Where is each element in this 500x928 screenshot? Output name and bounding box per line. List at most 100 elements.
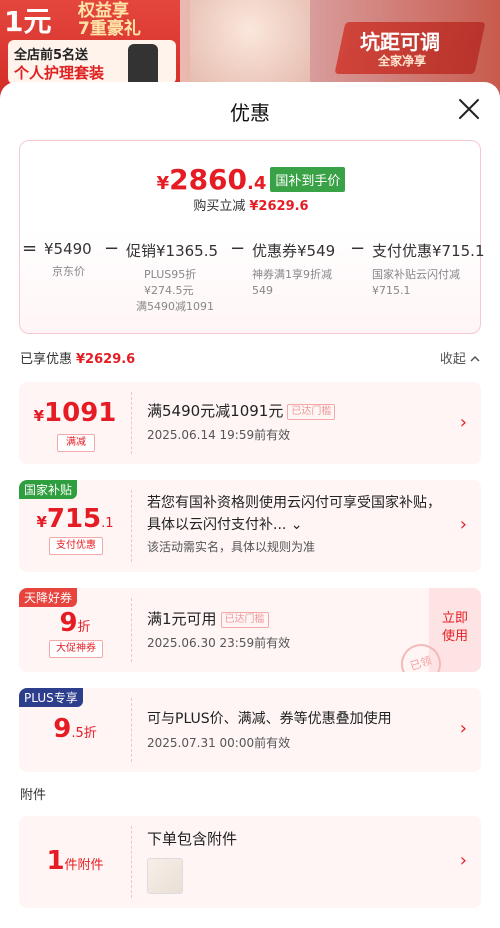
card-divider xyxy=(131,392,132,454)
final-price-row: ¥2860.4 国补到手价 xyxy=(20,163,482,196)
card-divider xyxy=(131,698,132,762)
coupon-title: 可与PLUS价、满减、券等优惠叠加使用 xyxy=(147,711,392,727)
operator-minus: − xyxy=(350,238,366,259)
enjoyed-amount: ¥2629.6 xyxy=(76,352,136,367)
coupon-title-text: 满5490元减1091元 xyxy=(147,402,284,420)
coupon-title: 满1元可用 已达门槛 xyxy=(147,608,421,630)
coupon-yen: ¥ xyxy=(36,513,47,531)
coupon-value: ¥1091 xyxy=(19,398,131,428)
card-divider xyxy=(131,826,132,898)
attachment-count: 1件附件 xyxy=(19,846,131,876)
breakdown-item-promotion: 促销¥1365.5 PLUS95折 ¥274.5元 满5490减1091 xyxy=(126,240,218,315)
banner-right-headline: 坑距可调 xyxy=(360,30,440,54)
coupon-card-full-reduction[interactable]: ¥1091 满减 满5490元减1091元 已达门槛 2025.06.14 19:… xyxy=(19,382,481,464)
card-divider xyxy=(131,598,132,662)
coupon-card-gov-subsidy[interactable]: 国家补贴 ¥715.1 支付优惠 若您有国补资格则使用云闪付可享受国家补贴，具体… xyxy=(19,480,481,572)
breakdown-sub: 549 xyxy=(252,284,273,297)
coupon-value: 9.5折 xyxy=(19,714,131,744)
coupon-small: .5折 xyxy=(71,726,97,741)
breakdown-sub: 满5490减1091 xyxy=(136,300,214,313)
coupon-body: 可与PLUS价、满减、券等优惠叠加使用 2025.07.31 00:00前有效 xyxy=(147,708,445,751)
coupon-title: 若您有国补资格则使用云闪付可享受国家补贴，具体以云闪付支付补... ⌄ xyxy=(147,492,445,536)
coupon-card-big-sale[interactable]: 天降好券 9折 大促神券 满1元可用 已达门槛 2025.06.30 23:59前… xyxy=(19,588,481,672)
operator-minus: − xyxy=(104,238,120,259)
saved-amount: ¥2629.6 xyxy=(249,199,309,214)
price-dec: .4 xyxy=(247,173,267,194)
coupon-value: ¥715.1 xyxy=(19,504,131,534)
banner-tag-line2: 个人护理套装 xyxy=(14,64,105,82)
sheet-title: 优惠 xyxy=(230,101,270,125)
coupon-body: 满1元可用 已达门槛 2025.06.30 23:59前有效 xyxy=(147,608,421,651)
price-yen: ¥ xyxy=(156,173,170,194)
coupon-big: 715 xyxy=(46,504,102,534)
chevron-right-icon[interactable]: › xyxy=(460,412,467,433)
threshold-pill: 已达门槛 xyxy=(220,611,269,628)
price-badge: 国补到手价 xyxy=(270,167,346,192)
breakdown-sub: 神券满1享9折减 xyxy=(252,268,332,281)
coupon-big: 9 xyxy=(53,714,72,744)
use-now-label: 立即使用 xyxy=(441,611,468,644)
coupon-card-plus[interactable]: PLUS专享 9.5折 可与PLUS价、满减、券等优惠叠加使用 2025.07.… xyxy=(19,688,481,772)
breakdown-sub: PLUS95折 xyxy=(144,268,197,281)
banner-left-headline: 1元 xyxy=(4,5,52,38)
breakdown-item-coupon: 优惠券¥549 神券满1享9折减 549 xyxy=(252,240,335,299)
banner-tag-line1: 全店前5名送 xyxy=(14,48,89,63)
coupon-yen: ¥ xyxy=(33,407,45,425)
final-price: ¥2860.4 xyxy=(157,163,267,196)
chevron-right-icon[interactable]: › xyxy=(460,718,467,739)
saved-label: 购买立减 xyxy=(193,199,246,214)
breakdown-sub: 京东价 xyxy=(52,265,85,278)
banner-line-2a: 权益享 xyxy=(78,1,129,21)
breakdown-item-jd-price: ¥5490 京东价 xyxy=(44,240,92,280)
coupon-expiry: 2025.06.30 23:59前有效 xyxy=(147,636,291,650)
corner-badge-coupon: 天降好券 xyxy=(19,588,78,607)
chevron-right-icon[interactable]: › xyxy=(460,850,467,871)
chevron-up-icon xyxy=(470,352,480,367)
operator-equals: = xyxy=(22,238,38,259)
breakdown-sub: 国家补贴云闪付减 xyxy=(372,268,460,281)
chevron-right-icon[interactable]: › xyxy=(460,514,467,535)
breakdown-main: 促销¥1365.5 xyxy=(126,242,219,260)
coupon-title-text: 满1元可用 xyxy=(147,610,217,628)
card-divider xyxy=(131,490,132,562)
attachment-thumbnail xyxy=(147,858,183,894)
attachment-body: 下单包含附件 xyxy=(147,828,445,894)
attachment-count-number: 1 xyxy=(46,846,65,876)
coupon-body: 满5490元减1091元 已达门槛 2025.06.14 19:59前有效 xyxy=(147,400,445,443)
enjoyed-label: 已享优惠 xyxy=(20,352,73,367)
coupon-big: 9 xyxy=(59,608,78,638)
close-icon[interactable] xyxy=(456,96,482,122)
collapse-button[interactable]: 收起 xyxy=(440,348,480,367)
coupon-value: 9折 xyxy=(19,608,131,638)
coupon-expiry: 2025.06.14 19:59前有效 xyxy=(147,428,291,442)
breakdown-main: 优惠券¥549 xyxy=(252,242,336,260)
coupon-type-tag: 满减 xyxy=(57,434,95,452)
coupon-big: 1091 xyxy=(44,398,117,428)
coupon-expiry: 2025.07.31 00:00前有效 xyxy=(147,736,291,750)
coupon-type-tag: 大促神券 xyxy=(49,640,103,658)
breakdown-sub: ¥274.5元 xyxy=(144,284,194,297)
banner-right-subheadline: 全家净享 xyxy=(378,54,427,68)
coupon-body: 若您有国补资格则使用云闪付可享受国家补贴，具体以云闪付支付补... ⌄ 该活动需… xyxy=(147,492,445,555)
saved-row: 购买立减 ¥2629.6 xyxy=(20,195,482,214)
breakdown-item-payment: 支付优惠¥715.1 国家补贴云闪付减 ¥715.1 xyxy=(372,240,485,299)
coupon-title: 满5490元减1091元 已达门槛 xyxy=(147,400,445,422)
coupon-small: .1 xyxy=(101,516,114,531)
threshold-pill: 已达门槛 xyxy=(287,403,336,420)
coupon-note: 该活动需实名，具体以规则为准 xyxy=(147,540,316,554)
banner-line-2b: 7重豪礼 xyxy=(78,19,141,39)
attachments-section-label: 附件 xyxy=(20,788,47,803)
corner-badge-plus: PLUS专享 xyxy=(19,688,83,707)
breakdown-main: ¥5490 xyxy=(44,240,92,258)
attachment-card[interactable]: 1件附件 下单包含附件 › xyxy=(19,816,481,908)
chevron-down-icon[interactable]: ⌄ xyxy=(286,517,303,533)
coupon-type-tag: 支付优惠 xyxy=(49,537,103,555)
enjoyed-discount-label: 已享优惠 ¥2629.6 xyxy=(20,348,135,367)
banner-left-subheadline: 权益享 7重豪礼 xyxy=(78,2,141,38)
coupon-small: 折 xyxy=(77,620,91,635)
collapse-label: 收起 xyxy=(439,352,466,367)
price-breakdown: = ¥5490 京东价 − 促销¥1365.5 PLUS95折 ¥274.5元 … xyxy=(0,238,500,330)
attachment-count-unit: 件附件 xyxy=(64,858,104,873)
price-int: 2860 xyxy=(169,163,248,196)
attachment-title: 下单包含附件 xyxy=(147,830,238,848)
